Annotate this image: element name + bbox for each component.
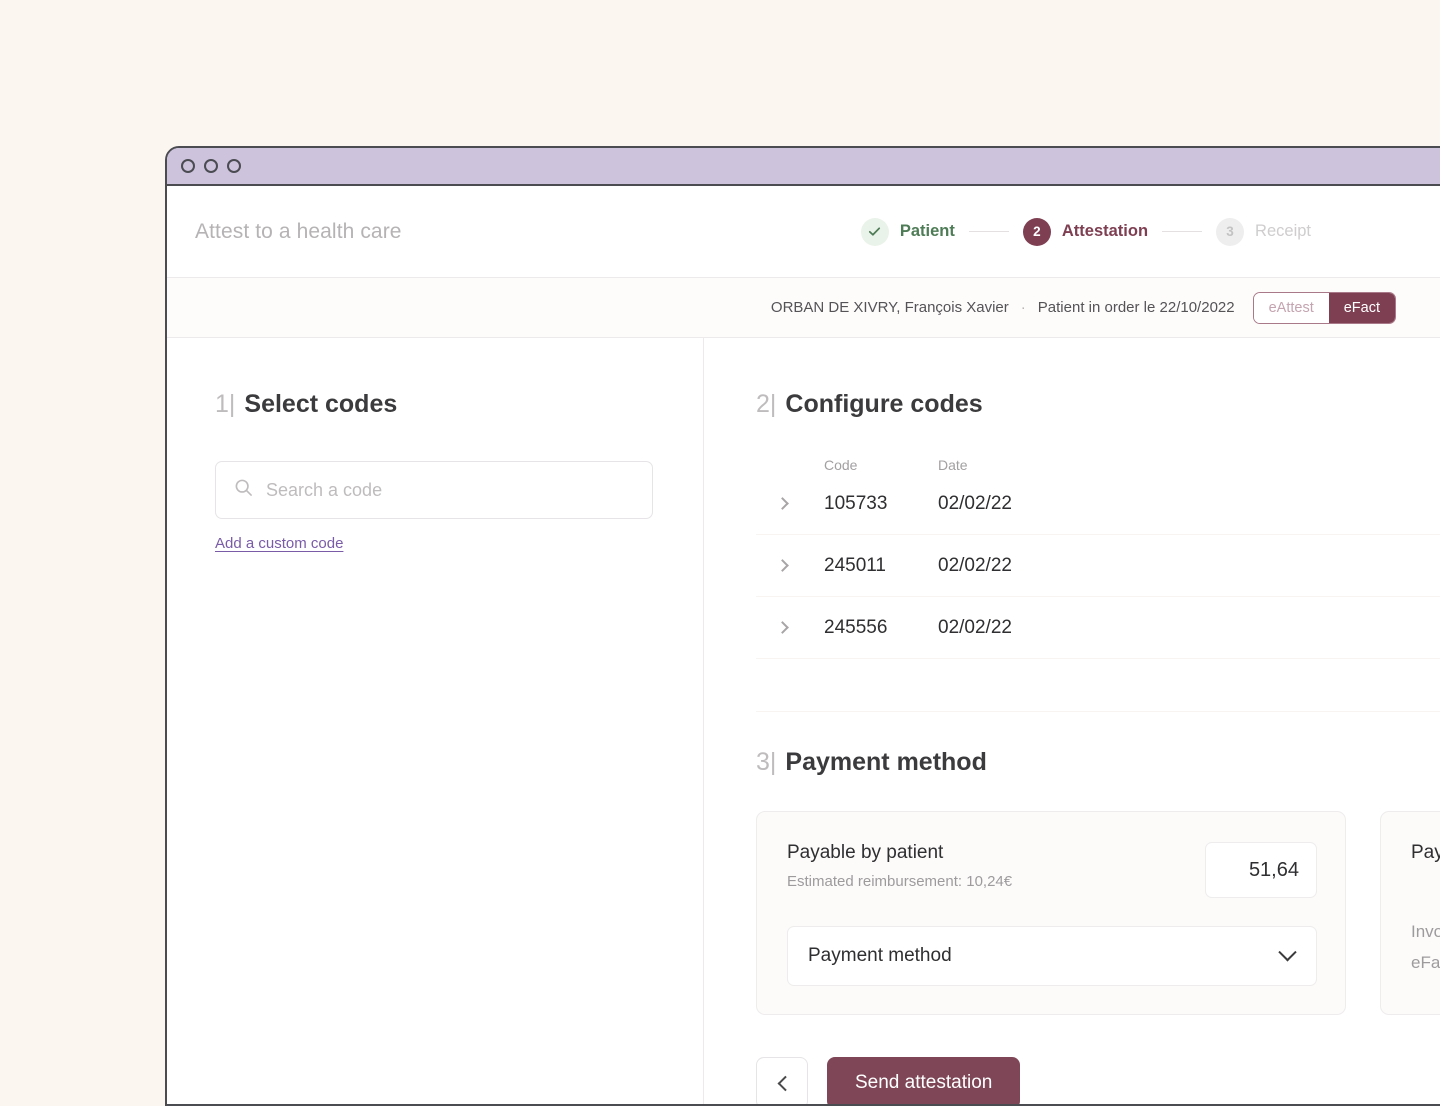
chevron-down-icon — [1278, 942, 1297, 961]
cell-date: 02/02/22 — [938, 616, 1012, 638]
cell-date: 02/02/22 — [938, 554, 1012, 576]
payment-method-section: 3| Payment method Payable by patient Est… — [756, 748, 1440, 1104]
secondary-card-lines: Invo eFa — [1411, 916, 1440, 979]
select-codes-title: Select codes — [244, 390, 398, 418]
column-header-date: Date — [938, 457, 968, 473]
secondary-payment-card: Pay Invo eFa — [1380, 811, 1440, 1015]
search-input[interactable] — [266, 479, 634, 501]
payment-method-heading: 3| Payment method — [756, 748, 1440, 777]
configure-codes-panel: 2| Configure codes Code Date 105733 02/0… — [704, 338, 1440, 1104]
step-separator-1 — [968, 230, 1009, 233]
payable-card-top: Payable by patient Estimated reimburseme… — [787, 842, 1317, 898]
step-attestation[interactable]: 2 Attestation — [1022, 217, 1149, 246]
payment-method-select[interactable]: Payment method — [787, 926, 1317, 986]
cell-code: 105733 — [824, 492, 888, 514]
codes-table-bottom-divider — [756, 711, 1440, 712]
estimated-reimbursement-label: Estimated reimbursement: 10,24€ — [787, 873, 1013, 890]
search-icon — [234, 478, 253, 502]
search-code-field[interactable] — [215, 461, 653, 519]
patient-info-bar: ORBAN DE XIVRY, François Xavier · Patien… — [167, 278, 1440, 338]
step-separator-2 — [1162, 230, 1203, 233]
table-row[interactable]: 105733 02/02/22 — [756, 473, 1440, 535]
window-titlebar — [167, 148, 1440, 186]
configure-codes-heading: 2| Configure codes — [756, 390, 1440, 419]
select-codes-heading: 1| Select codes — [215, 390, 703, 419]
expand-row-chevron-icon[interactable] — [756, 497, 824, 510]
main-content: 1| Select codes Add a custom code 2| Con… — [167, 338, 1440, 1104]
patient-name: ORBAN DE XIVRY, François Xavier — [770, 299, 1009, 316]
secondary-card-line-2: eFa — [1411, 953, 1440, 973]
step-label-receipt: Receipt — [1255, 222, 1311, 240]
step-label-patient: Patient — [899, 222, 955, 240]
payable-card-texts: Payable by patient Estimated reimburseme… — [787, 842, 1012, 890]
payment-method-step-number: 3| — [756, 748, 777, 776]
app-header: Attest to a health care Patient 2 Attest… — [167, 186, 1440, 278]
cell-code: 245011 — [824, 554, 886, 576]
patient-bar-separator: · — [1020, 299, 1026, 316]
configure-codes-title: Configure codes — [785, 390, 983, 418]
step-badge-2: 2 — [1022, 217, 1051, 246]
payable-by-patient-card: Payable by patient Estimated reimburseme… — [756, 811, 1346, 1015]
payment-method-select-value: Payment method — [808, 945, 952, 966]
step-receipt[interactable]: 3 Receipt — [1216, 217, 1311, 246]
step-patient[interactable]: Patient — [860, 217, 955, 246]
payment-method-title: Payment method — [785, 748, 987, 776]
traffic-light-dots — [181, 159, 241, 173]
secondary-card-label: Pay — [1411, 842, 1440, 863]
cell-code: 245556 — [824, 616, 888, 638]
browser-window: Attest to a health care Patient 2 Attest… — [165, 146, 1440, 1106]
add-custom-code-link[interactable]: Add a custom code — [215, 535, 343, 552]
expand-row-chevron-icon[interactable] — [756, 559, 824, 572]
toggle-option-eattest[interactable]: eAttest — [1253, 292, 1329, 323]
select-codes-panel: 1| Select codes Add a custom code — [167, 338, 704, 1104]
select-codes-step-number: 1| — [215, 390, 236, 418]
patient-order-status: Patient in order le 22/10/2022 — [1037, 299, 1235, 316]
secondary-card-line-1: Invo — [1411, 922, 1440, 941]
check-icon — [860, 217, 889, 246]
window-maximize-dot-icon[interactable] — [227, 159, 241, 173]
toggle-option-efact[interactable]: eFact — [1328, 292, 1395, 323]
step-label-attestation: Attestation — [1061, 222, 1149, 240]
window-minimize-dot-icon[interactable] — [204, 159, 218, 173]
progress-stepper: Patient 2 Attestation 3 Receipt — [860, 217, 1421, 246]
configure-codes-step-number: 2| — [756, 390, 777, 418]
send-attestation-button[interactable]: Send attestation — [827, 1057, 1021, 1104]
back-button[interactable] — [756, 1057, 808, 1104]
payable-by-patient-label: Payable by patient — [787, 842, 944, 863]
amount-input[interactable]: 51,64 — [1205, 842, 1317, 898]
codes-table-header: Code Date — [756, 457, 1440, 473]
table-row[interactable]: 245011 02/02/22 — [756, 535, 1440, 597]
expand-row-chevron-icon[interactable] — [756, 621, 824, 634]
step-badge-3: 3 — [1216, 217, 1245, 246]
cell-date: 02/02/22 — [938, 492, 1012, 514]
codes-table: Code Date 105733 02/02/22 245011 02/02/2… — [756, 457, 1440, 712]
payment-cards-row: Payable by patient Estimated reimburseme… — [756, 811, 1440, 1015]
footer-actions: Send attestation — [756, 1057, 1440, 1104]
table-row[interactable]: 245556 02/02/22 — [756, 597, 1440, 659]
attest-mode-toggle[interactable]: eAttest eFact — [1252, 291, 1396, 324]
window-close-dot-icon[interactable] — [181, 159, 195, 173]
chevron-left-icon — [777, 1075, 793, 1091]
page-title: Attest to a health care — [195, 219, 402, 243]
column-header-code: Code — [824, 457, 858, 473]
